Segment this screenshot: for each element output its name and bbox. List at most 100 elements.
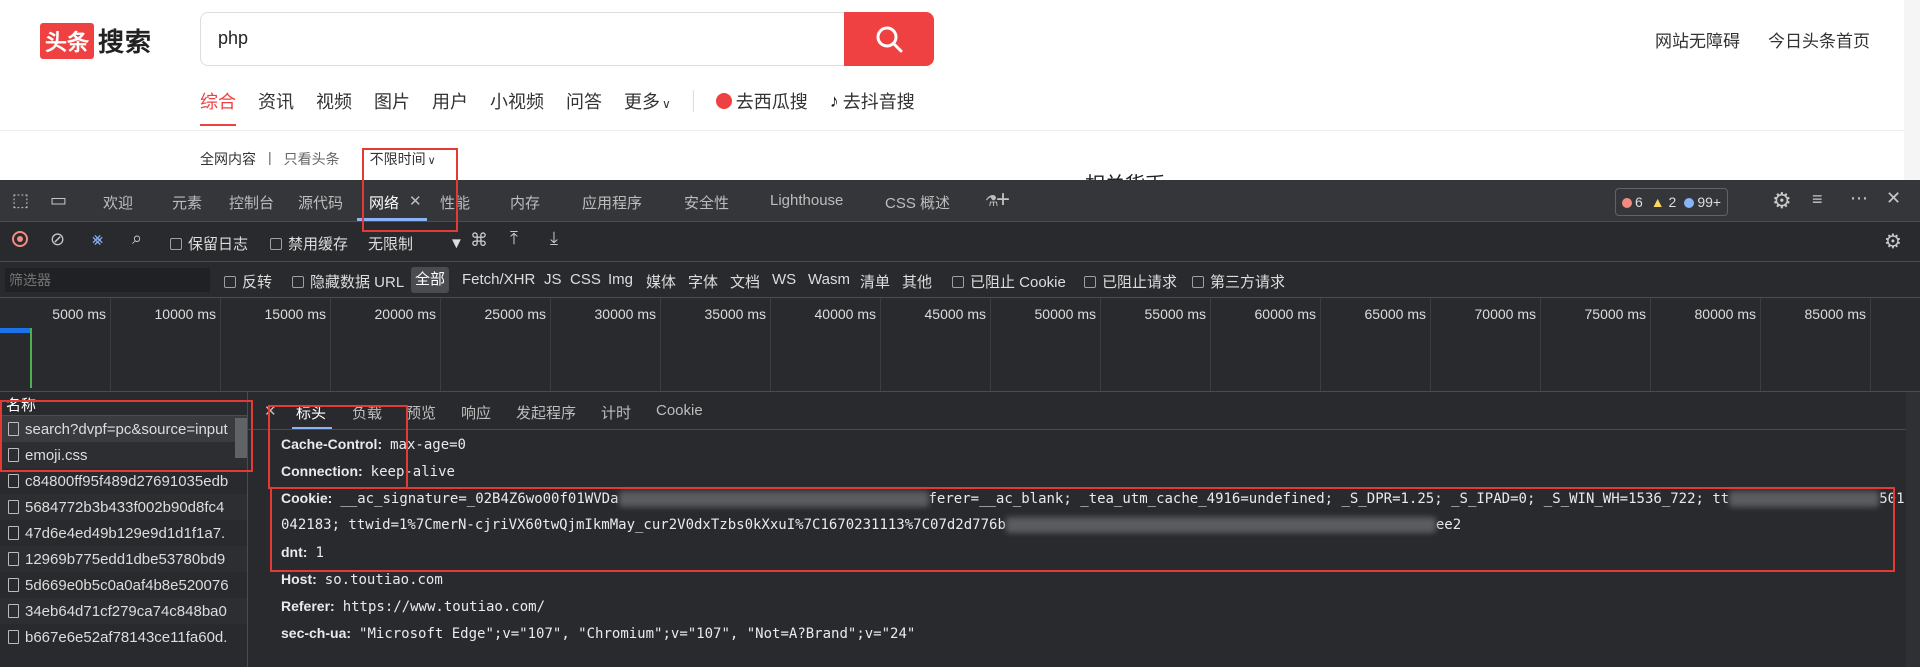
filter-icon[interactable]: ⨳ (92, 229, 103, 250)
toutiao-home-link[interactable]: 今日头条首页 (1768, 27, 1870, 52)
inspect-element-icon[interactable]: ⬚ (12, 190, 29, 211)
close-icon[interactable]: ✕ (409, 192, 422, 210)
tab-response[interactable]: 响应 (461, 402, 491, 423)
name-column-header[interactable]: 名称 (0, 392, 247, 416)
blocked-cookies-checkbox[interactable]: 已阻止 Cookie (952, 271, 1066, 292)
tab-css-overview[interactable]: CSS 概述 (885, 192, 950, 213)
xigua-search-link[interactable]: 去西瓜搜 (715, 88, 808, 114)
tab-console[interactable]: 控制台 (229, 192, 274, 213)
search-icon[interactable]: ⌕ (132, 228, 142, 249)
request-row[interactable]: search?dvpf=pc&source=input (0, 416, 247, 442)
filter-css[interactable]: CSS (570, 271, 601, 288)
tab-sources[interactable]: 源代码 (298, 192, 343, 213)
tab-performance[interactable]: 性能 (440, 192, 470, 213)
logo-text: 搜索 (98, 27, 153, 57)
filter-wasm[interactable]: Wasm (808, 271, 850, 288)
tab-all[interactable]: 综合 (200, 88, 236, 126)
search-button[interactable] (844, 12, 934, 66)
more-options-icon[interactable]: ⋯ (1850, 188, 1868, 209)
tab-short-video[interactable]: 小视频 (490, 88, 544, 114)
add-tab-icon[interactable]: + (996, 186, 1010, 214)
preserve-log-checkbox[interactable]: 保留日志 (170, 233, 248, 254)
request-row[interactable]: c84800ff95f489d27691035edb (0, 468, 247, 494)
search-input[interactable] (216, 27, 820, 50)
request-row[interactable]: 5d669e0b5c0a0af4b8e520076 (0, 572, 247, 598)
request-row[interactable]: 34eb64d71cf279ca74c848ba0 (0, 598, 247, 624)
filter-all[interactable]: 全部 (411, 267, 450, 293)
hide-data-url-checkbox[interactable]: 隐藏数据 URL (292, 271, 404, 292)
record-icon[interactable] (12, 231, 28, 252)
douyin-search-link[interactable]: ♪ 去抖音搜 (830, 88, 915, 114)
tab-timing[interactable]: 计时 (601, 402, 631, 423)
detail-scrollbar[interactable] (1906, 392, 1920, 667)
timeline-gridline (1540, 298, 1541, 391)
close-devtools-icon[interactable]: ✕ (1886, 188, 1901, 209)
network-conditions-icon[interactable]: ⌘ (470, 230, 488, 251)
related-section-title: 相关货币 (1085, 168, 1165, 180)
tab-cookies[interactable]: Cookie (656, 402, 703, 419)
customize-icon[interactable]: ≡ (1812, 189, 1823, 210)
timeline-gridline (1430, 298, 1431, 391)
disable-cache-checkbox[interactable]: 禁用缓存 (270, 233, 348, 254)
filter-input[interactable] (5, 268, 210, 292)
filter-manifest[interactable]: 清单 (860, 271, 890, 292)
request-row[interactable]: 5684772b3b433f002b90d8fc4 (0, 494, 247, 520)
tab-video[interactable]: 视频 (316, 88, 352, 114)
filter-ws[interactable]: WS (772, 271, 796, 288)
document-icon (8, 422, 19, 436)
tab-headers[interactable]: 标头 (296, 402, 326, 423)
import-har-icon[interactable]: ⤒ (510, 228, 518, 249)
request-row[interactable]: emoji.css (0, 442, 247, 468)
clear-icon[interactable]: ⊘ (50, 229, 65, 250)
network-timeline[interactable]: 5000 ms 10000 ms 15000 ms 20000 ms 25000 ms 3… (0, 298, 1920, 392)
filter-font[interactable]: 字体 (688, 271, 718, 292)
blocked-requests-checkbox[interactable]: 已阻止请求 (1084, 271, 1177, 292)
tab-application[interactable]: 应用程序 (582, 192, 642, 213)
third-party-checkbox[interactable]: 第三方请求 (1192, 271, 1285, 292)
tab-lighthouse[interactable]: Lighthouse (770, 192, 843, 209)
tab-images[interactable]: 图片 (374, 88, 410, 114)
tab-users[interactable]: 用户 (432, 88, 468, 114)
tab-security[interactable]: 安全性 (684, 192, 729, 213)
search-bar (200, 12, 934, 66)
close-detail-icon[interactable]: ✕ (264, 402, 277, 420)
filter-other[interactable]: 其他 (902, 271, 932, 292)
timeline-gridline (110, 298, 111, 391)
accessibility-link[interactable]: 网站无障碍 (1655, 27, 1740, 52)
issue-badges[interactable]: 6 ▲ 2 99+ (1615, 188, 1729, 216)
tab-preview[interactable]: 预览 (406, 402, 436, 423)
request-list-scrollbar[interactable] (235, 418, 247, 458)
gear-icon[interactable]: ⚙ (1772, 188, 1792, 214)
filter-js[interactable]: JS (544, 271, 562, 288)
tab-network[interactable]: 网络 (369, 192, 399, 213)
filter-time[interactable]: 不限时间 ∨ (370, 149, 436, 169)
document-icon (8, 552, 19, 566)
tab-news[interactable]: 资讯 (258, 88, 294, 114)
warning-icon: ▲ (1650, 194, 1665, 210)
page-scrollbar[interactable] (1904, 0, 1920, 180)
tab-payload[interactable]: 负载 (352, 402, 382, 423)
request-row[interactable]: 47d6e4ed49b129e9d1d1f1a7. (0, 520, 247, 546)
export-har-icon[interactable]: ⤓ (550, 228, 558, 249)
toutiao-logo[interactable]: 头条 搜索 (40, 22, 152, 59)
info-count: 99+ (1684, 194, 1721, 210)
tab-qa[interactable]: 问答 (566, 88, 602, 114)
device-toolbar-icon[interactable]: ▭ (50, 190, 67, 211)
throttle-select[interactable]: 无限制 ▼ (368, 233, 464, 254)
tab-welcome[interactable]: 欢迎 (103, 192, 133, 213)
request-row[interactable]: b667e6e52af78143ce11fa60d. (0, 624, 247, 650)
tab-memory[interactable]: 内存 (510, 192, 540, 213)
error-count: 6 (1622, 194, 1643, 210)
filter-all-content[interactable]: 全网内容 (200, 149, 256, 169)
filter-img[interactable]: Img (608, 271, 633, 288)
invert-checkbox[interactable]: 反转 (224, 271, 272, 292)
filter-media[interactable]: 媒体 (646, 271, 676, 292)
filter-fetch-xhr[interactable]: Fetch/XHR (462, 271, 535, 288)
request-row[interactable]: 12969b775edd1dbe53780bd9 (0, 546, 247, 572)
tab-initiator[interactable]: 发起程序 (516, 402, 576, 423)
tab-more[interactable]: 更多 ∨ (624, 88, 671, 114)
filter-toutiao-only[interactable]: 只看头条 (284, 149, 340, 169)
filter-doc[interactable]: 文档 (730, 271, 760, 292)
network-settings-gear-icon[interactable]: ⚙ (1884, 229, 1902, 254)
tab-elements[interactable]: 元素 (172, 192, 202, 213)
